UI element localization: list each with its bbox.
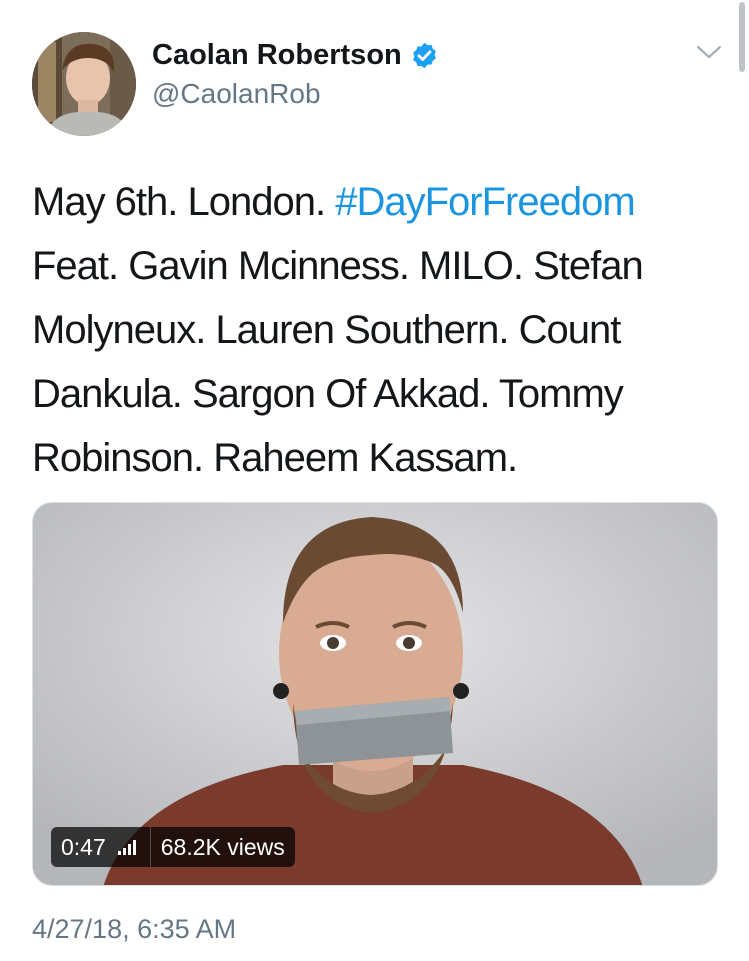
- tweet-text-intro: May 6th. London.: [32, 180, 336, 224]
- scrollbar[interactable]: [739, 2, 745, 72]
- display-name[interactable]: Caolan Robertson: [152, 38, 402, 72]
- video-player[interactable]: 0:47 68.2K views: [32, 502, 718, 886]
- tweet-text: May 6th. London. #DayForFreedom Feat. Ga…: [32, 170, 722, 490]
- user-handle[interactable]: @CaolanRob: [152, 78, 439, 110]
- display-name-row[interactable]: Caolan Robertson: [152, 38, 439, 72]
- verified-badge-icon: [412, 42, 436, 68]
- video-duration: 0:47: [61, 833, 106, 860]
- signal-bars-icon: [117, 839, 136, 855]
- hashtag-link[interactable]: #DayForFreedom: [335, 180, 635, 224]
- tweet-page: Caolan Robertson @CaolanRob May 6th. Lon…: [0, 0, 749, 961]
- video-views: 68.2K views: [160, 833, 285, 860]
- video-info-overlay: 0:47 68.2K views: [51, 827, 295, 867]
- user-info: Caolan Robertson @CaolanRob: [152, 38, 439, 110]
- overlay-divider: [149, 827, 151, 867]
- chevron-down-icon[interactable]: [695, 42, 723, 62]
- avatar[interactable]: [32, 32, 136, 136]
- tweet-text-body: Feat. Gavin Mcinness. MILO. Stefan Molyn…: [32, 244, 644, 480]
- tweet-timestamp[interactable]: 4/27/18, 6:35 AM: [32, 912, 236, 946]
